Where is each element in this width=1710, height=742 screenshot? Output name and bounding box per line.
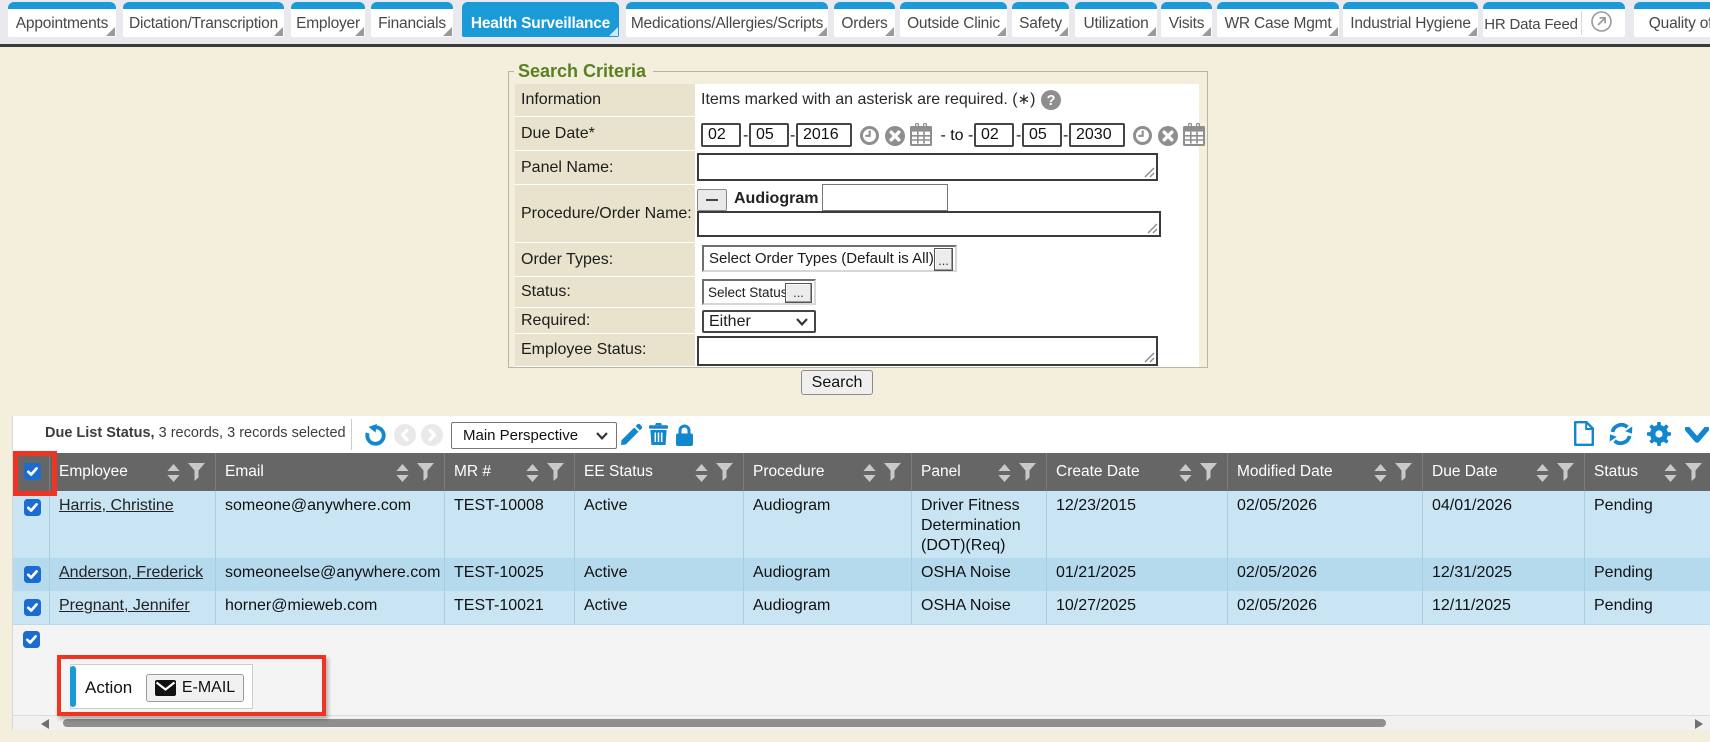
svg-text:?: ?	[1047, 93, 1056, 109]
